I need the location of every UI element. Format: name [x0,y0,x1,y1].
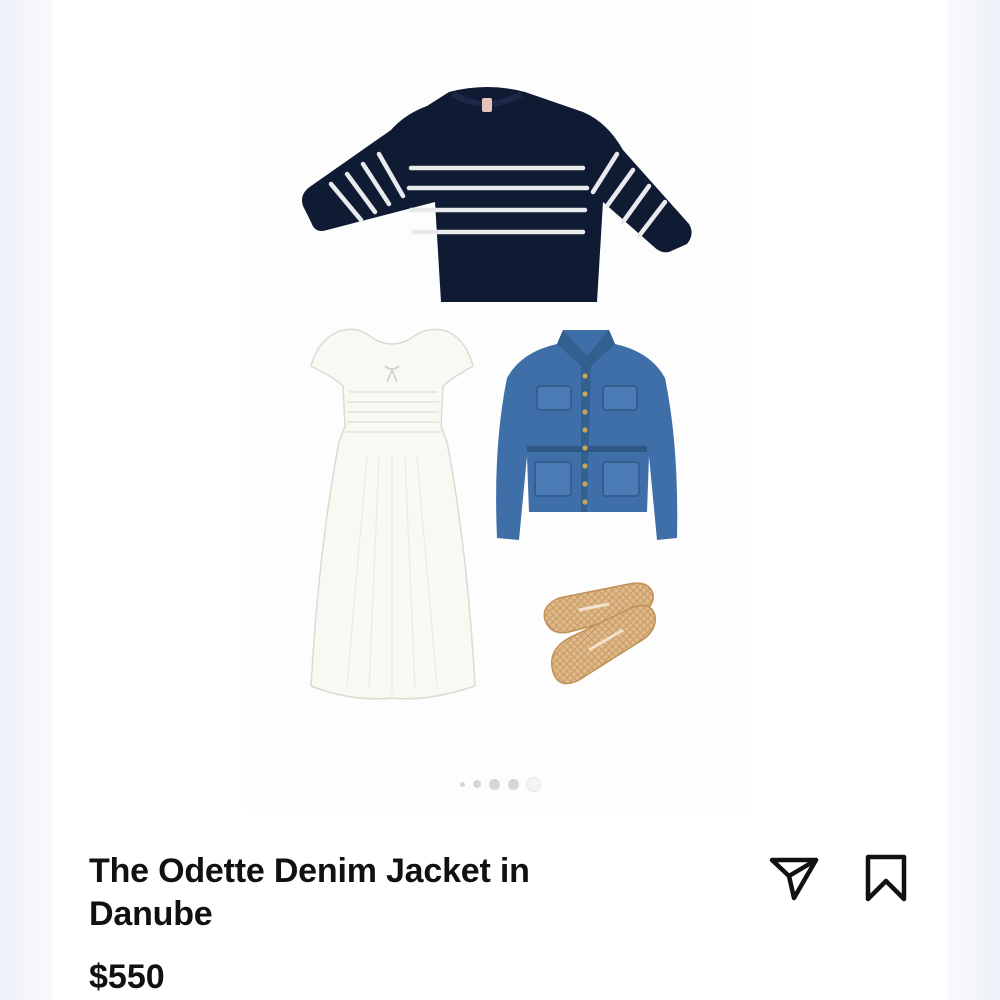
carousel-indicator [52,776,948,792]
product-price: $550 [89,958,165,996]
striped-sweater-image [302,87,692,302]
outfit-collage [247,0,752,810]
save-button[interactable] [858,850,914,906]
carousel-dot[interactable] [460,781,465,787]
product-title: The Odette Denim Jacket in Danube [89,852,530,933]
carousel-dot-active[interactable] [527,777,540,791]
bookmark-icon [865,854,907,902]
denim-jacket-image [496,330,678,540]
product-card: The Odette Denim Jacket in Danube $550 [52,0,948,1000]
white-dress-image [310,328,476,700]
product-image-carousel[interactable] [52,0,948,810]
carousel-dot[interactable] [489,778,500,790]
left-edge [0,0,52,1000]
paper-plane-icon [769,857,819,901]
carousel-dot[interactable] [508,778,519,790]
right-edge [948,0,1000,1000]
carousel-dot[interactable] [473,780,481,788]
share-button[interactable] [766,850,822,906]
woven-flats-image [543,582,656,685]
